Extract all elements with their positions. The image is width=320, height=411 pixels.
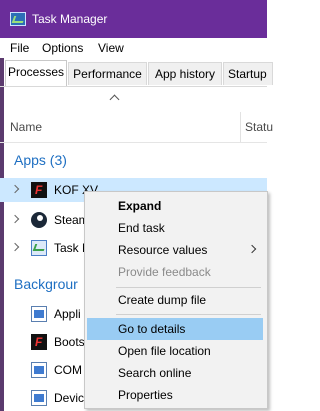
- menu-item-resource-values[interactable]: Resource values: [87, 239, 263, 261]
- kof-game-icon: [31, 182, 47, 198]
- menu-file[interactable]: File: [10, 41, 29, 55]
- menu-item-open-file-location[interactable]: Open file location: [87, 340, 263, 362]
- column-header-status[interactable]: Statu: [245, 120, 273, 134]
- group-background[interactable]: Backgrour: [14, 276, 78, 292]
- menu-item-label: End task: [118, 221, 165, 235]
- process-name: Appli: [54, 307, 81, 321]
- task-manager-icon: [31, 240, 47, 256]
- menu-item-label: Provide feedback: [118, 265, 211, 279]
- menu-item-expand[interactable]: Expand: [87, 195, 263, 217]
- menu-item-label: Properties: [118, 388, 173, 402]
- menu-separator: [116, 287, 261, 288]
- menu-item-provide-feedback: Provide feedback: [87, 261, 263, 283]
- tab-startup[interactable]: Startup: [223, 62, 273, 85]
- tab-processes[interactable]: Processes: [5, 60, 67, 86]
- app-window-icon: [31, 390, 47, 406]
- menu-item-search-online[interactable]: Search online: [87, 362, 263, 384]
- kof-game-icon: [31, 334, 47, 350]
- menu-bar: File Options View: [0, 38, 267, 58]
- menu-view[interactable]: View: [98, 41, 124, 55]
- menu-item-end-task[interactable]: End task: [87, 217, 263, 239]
- chevron-right-icon[interactable]: [10, 184, 20, 194]
- tab-strip: Processes Performance App history Startu…: [0, 58, 273, 87]
- menu-item-properties[interactable]: Properties: [87, 384, 263, 406]
- steam-icon: [31, 212, 47, 228]
- menu-item-label: Resource values: [118, 243, 208, 257]
- process-name: Devic: [54, 391, 85, 405]
- menu-item-label: Search online: [118, 366, 192, 380]
- menu-separator: [116, 314, 261, 315]
- sort-chevron-up-icon[interactable]: [109, 94, 120, 105]
- menu-options[interactable]: Options: [42, 41, 83, 55]
- group-apps[interactable]: Apps (3): [14, 152, 67, 168]
- title-bar[interactable]: Task Manager: [0, 0, 267, 38]
- menu-item-create-dump-file[interactable]: Create dump file: [87, 289, 263, 311]
- app-window-icon: [31, 306, 47, 322]
- menu-item-label: Expand: [118, 199, 162, 213]
- menu-item-label: Open file location: [118, 344, 211, 358]
- process-name: COM: [54, 363, 82, 377]
- tab-app-history[interactable]: App history: [148, 62, 222, 85]
- menu-item-label: Go to details: [118, 322, 186, 336]
- app-window-icon: [31, 362, 47, 378]
- column-divider[interactable]: [240, 112, 241, 142]
- column-header-name[interactable]: Name: [10, 120, 42, 134]
- menu-item-go-to-details[interactable]: Go to details: [87, 318, 263, 340]
- tab-performance[interactable]: Performance: [68, 62, 147, 85]
- context-menu: Expand End task Resource values Provide …: [84, 191, 268, 409]
- window-title: Task Manager: [32, 12, 108, 26]
- chevron-right-icon[interactable]: [10, 214, 20, 224]
- menu-item-label: Create dump file: [118, 293, 207, 307]
- header-divider: [0, 142, 267, 143]
- submenu-arrow-icon: [247, 244, 257, 254]
- chevron-right-icon[interactable]: [10, 242, 20, 252]
- task-manager-icon: [10, 12, 26, 26]
- process-name: Boots: [54, 335, 85, 349]
